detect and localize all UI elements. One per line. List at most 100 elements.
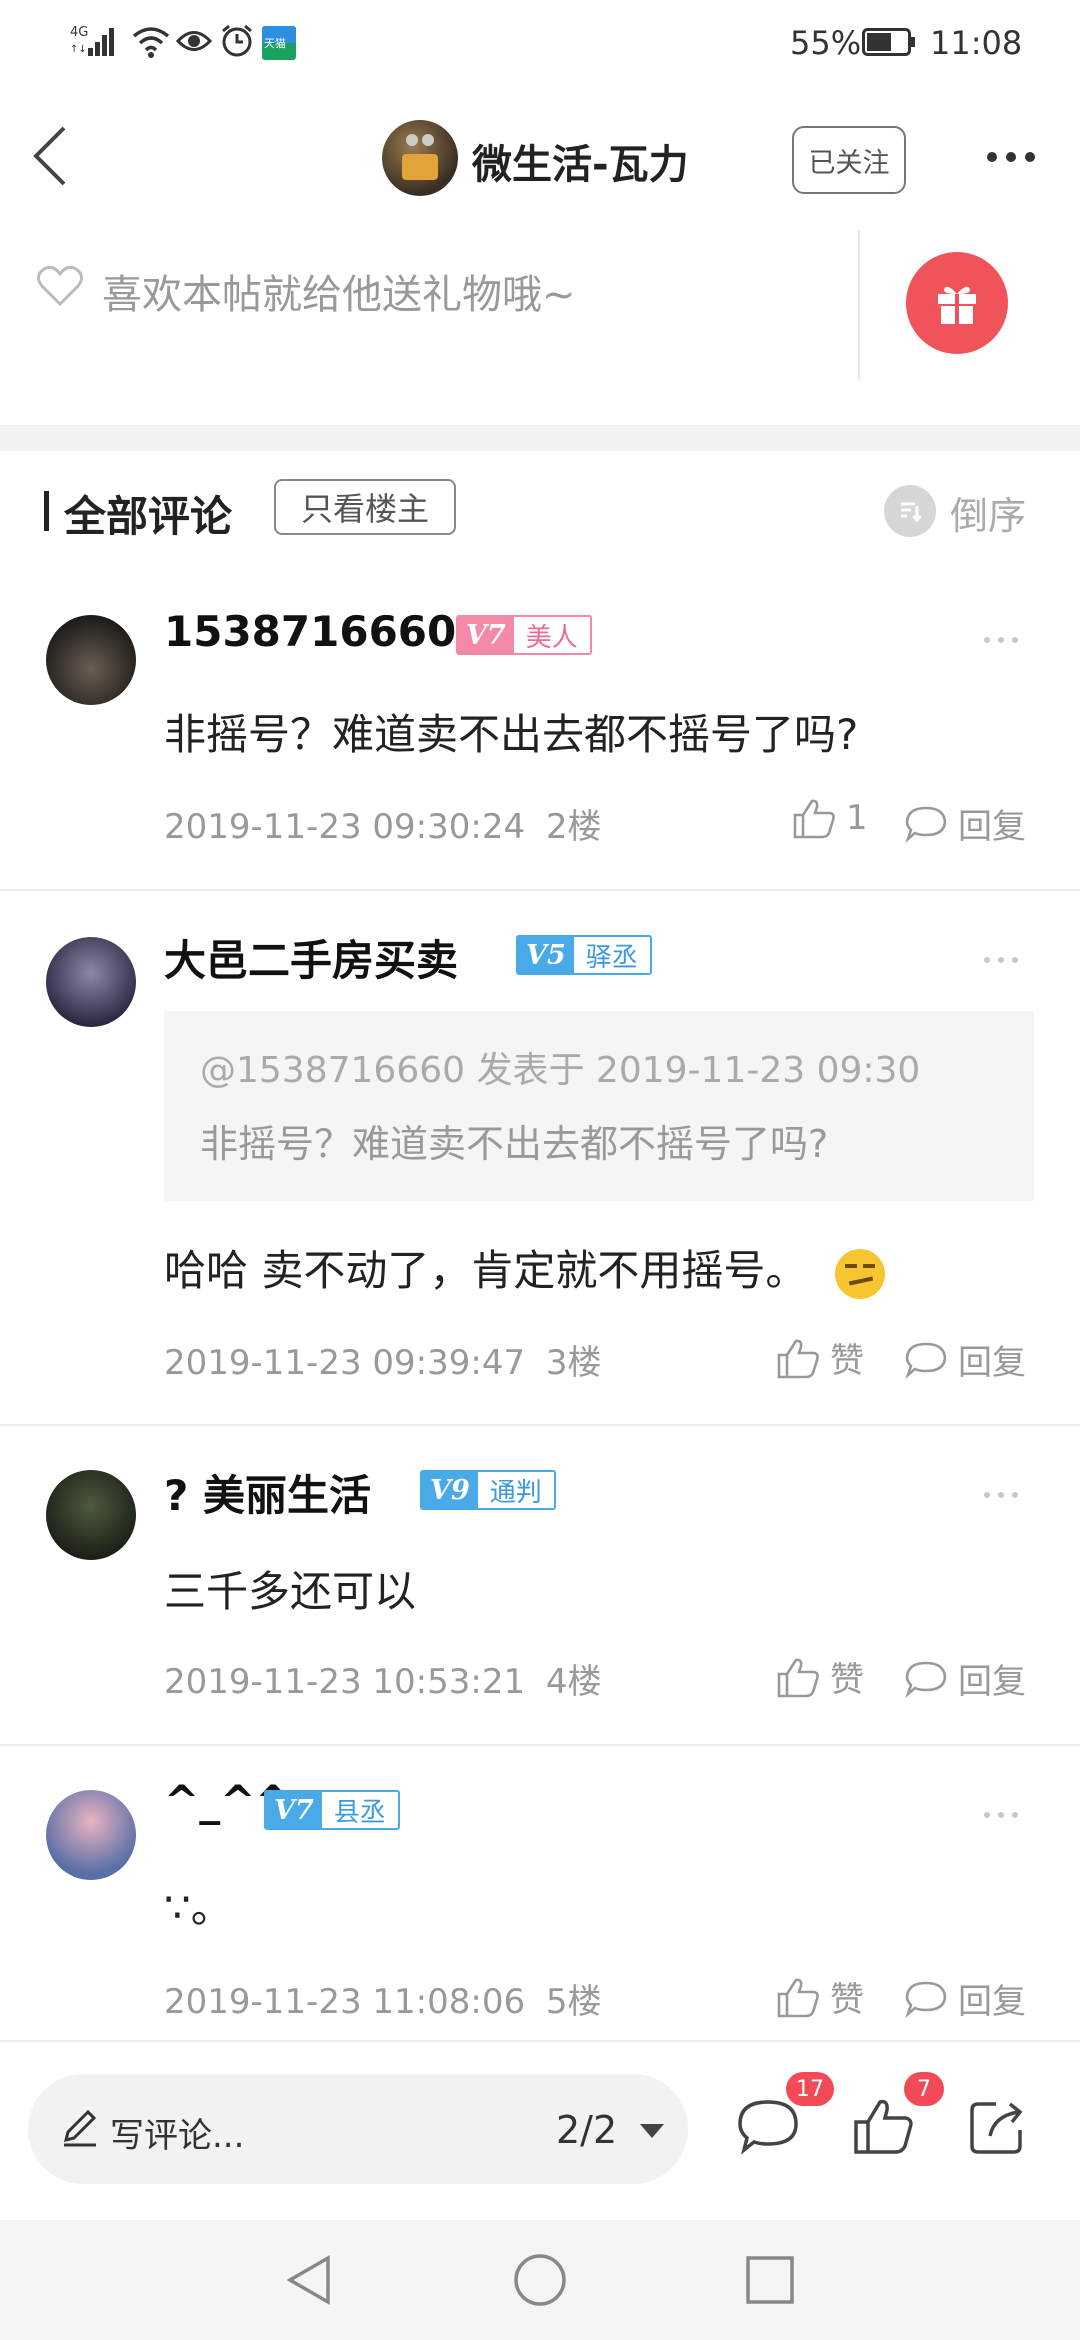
comments-header: 全部评论 只看楼主 倒序 (0, 451, 1080, 571)
like-post-button[interactable] (852, 2096, 922, 2166)
svg-text:↑↓: ↑↓ (70, 44, 87, 55)
only-author-filter-button[interactable]: 只看楼主 (274, 479, 456, 535)
comment-text: 非摇号？难道卖不出去都不摇号了吗? (164, 710, 859, 759)
like-count: 1 (846, 798, 868, 838)
send-gift-button[interactable] (906, 252, 1008, 354)
reply-button[interactable]: 回复 (904, 799, 1026, 848)
nav-back-icon[interactable] (284, 2252, 334, 2308)
nav-home-icon[interactable] (512, 2252, 568, 2308)
thumbs-up-icon (793, 799, 835, 839)
comments-title: 全部评论 (64, 492, 233, 541)
reply-button[interactable]: 回复 (904, 1654, 1026, 1703)
thumbs-up-icon (777, 1658, 819, 1697)
comment-text: 三千多还可以 (164, 1567, 417, 1616)
battery-percent: 55% (790, 24, 862, 62)
comment-item: ^_^^ V7 县丞 ∵。 2019-11-23 11:08:06 5楼 赞 回… (0, 1746, 1080, 2040)
comment-text: ∵。 (164, 1883, 233, 1932)
comment-meta: 2019-11-23 09:39:47 3楼 (164, 1335, 602, 1384)
post-header: 微生活-瓦力 已关注 (0, 90, 1080, 230)
divider (858, 230, 860, 380)
wifi-icon (132, 24, 170, 62)
chat-bubble-icon (905, 1342, 947, 1379)
bottom-action-bar: 写评论... 2/2 17 7 (0, 2040, 1080, 2220)
level-badge: V5 驿丞 (516, 935, 652, 975)
comment-meta: 2019-11-23 09:30:24 2楼 (164, 799, 602, 848)
chat-bubble-icon (905, 1661, 947, 1698)
level-badge: V7 美人 (456, 615, 592, 655)
user-avatar[interactable] (46, 1790, 136, 1880)
comment-icon (738, 2100, 798, 2155)
comment-time: 2019-11-23 11:08:06 (164, 1982, 526, 2022)
comment-username[interactable]: 大邑二手房买卖 (164, 927, 458, 988)
comment-item: ? 美丽生活 V9 通判 三千多还可以 2019-11-23 10:53:21 … (0, 1426, 1080, 1746)
comment-more-icon[interactable] (984, 957, 1018, 963)
write-comment-input[interactable]: 写评论... 2/2 (28, 2074, 688, 2184)
like-count-badge: 7 (904, 2072, 944, 2106)
reply-button[interactable]: 回复 (904, 1974, 1026, 2023)
comment-count-badge: 17 (786, 2072, 834, 2106)
comment-item: 大邑二手房买卖 V5 驿丞 @1538716660 发表于 2019-11-23… (0, 891, 1080, 1426)
user-avatar[interactable] (46, 1470, 136, 1560)
comment-time: 2019-11-23 09:30:24 (164, 807, 526, 847)
comment-placeholder: 写评论... (110, 2116, 245, 2156)
clock: 11:08 (930, 24, 1023, 62)
gift-row: 喜欢本帖就给他送礼物哦~ (0, 230, 1080, 425)
chat-bubble-icon (905, 806, 947, 843)
like-button[interactable]: 赞 (776, 1652, 864, 1701)
share-button[interactable] (966, 2096, 1036, 2166)
author-avatar[interactable] (382, 120, 458, 196)
thumbs-up-icon (854, 2099, 913, 2154)
eye-icon (175, 28, 213, 58)
cellular-signal-icon: 4G ↑↓ (70, 22, 122, 62)
author-name[interactable]: 微生活-瓦力 (472, 132, 689, 190)
comments-button[interactable] (736, 2096, 806, 2166)
pencil-icon (63, 2109, 97, 2147)
status-bar: 4G ↑↓ 天猫 55% 11:08 (0, 0, 1080, 90)
level-badge: V9 通判 (420, 1470, 556, 1510)
comment-floor: 5楼 (545, 1982, 602, 2022)
smirk-emoji-icon (834, 1248, 885, 1299)
gift-prompt: 喜欢本帖就给他送礼物哦~ (102, 272, 576, 318)
user-avatar[interactable] (46, 937, 136, 1027)
back-button[interactable] (24, 120, 94, 190)
page-indicator[interactable]: 2/2 (556, 2108, 617, 2152)
comment-meta: 2019-11-23 10:53:21 4楼 (164, 1654, 602, 1703)
comment-time: 2019-11-23 09:39:47 (164, 1343, 526, 1383)
nav-recents-icon[interactable] (744, 2254, 796, 2306)
heart-icon[interactable] (36, 264, 84, 312)
sort-icon[interactable] (884, 485, 936, 537)
comment-text: 哈哈 卖不动了，肯定就不用摇号。 (164, 1237, 885, 1299)
comment-username[interactable]: ? 美丽生活 (164, 1462, 371, 1523)
reply-button[interactable]: 回复 (904, 1335, 1026, 1384)
thumbs-up-icon (777, 1978, 819, 2017)
comment-more-icon[interactable] (984, 1492, 1018, 1498)
sort-order-button[interactable]: 倒序 (950, 485, 1026, 540)
comment-floor: 3楼 (545, 1343, 602, 1383)
battery-icon (862, 28, 916, 60)
like-button[interactable]: 赞 (776, 1972, 864, 2021)
alarm-icon (220, 24, 254, 62)
comment-time: 2019-11-23 10:53:21 (164, 1662, 526, 1702)
comment-floor: 2楼 (545, 807, 602, 847)
title-marker (44, 491, 49, 531)
comment-more-icon[interactable] (984, 637, 1018, 643)
follow-button[interactable]: 已关注 (792, 126, 906, 194)
like-button[interactable]: 1 (792, 797, 868, 839)
comment-more-icon[interactable] (984, 1812, 1018, 1818)
dropdown-arrow-icon[interactable] (640, 2124, 664, 2138)
comment-meta: 2019-11-23 11:08:06 5楼 (164, 1974, 602, 2023)
more-dots-icon (987, 152, 997, 162)
comment-item: 1538716660 V7 美人 非摇号？难道卖不出去都不摇号了吗? 2019-… (0, 571, 1080, 891)
more-options-button[interactable] (976, 132, 1046, 182)
svg-text:4G: 4G (70, 25, 88, 40)
quoted-comment: @1538716660 发表于 2019-11-23 09:30 非摇号？难道卖… (164, 1011, 1034, 1201)
share-icon (970, 2102, 1023, 2154)
level-badge: V7 县丞 (264, 1790, 400, 1830)
user-avatar[interactable] (46, 615, 136, 705)
system-nav-bar (0, 2220, 1080, 2340)
comment-username[interactable]: 1538716660 (164, 607, 456, 656)
gift-icon (938, 286, 976, 324)
quote-meta: @1538716660 发表于 2019-11-23 09:30 (200, 1050, 921, 1091)
like-button[interactable]: 赞 (776, 1333, 864, 1382)
app-notification-icon: 天猫 (262, 26, 296, 60)
